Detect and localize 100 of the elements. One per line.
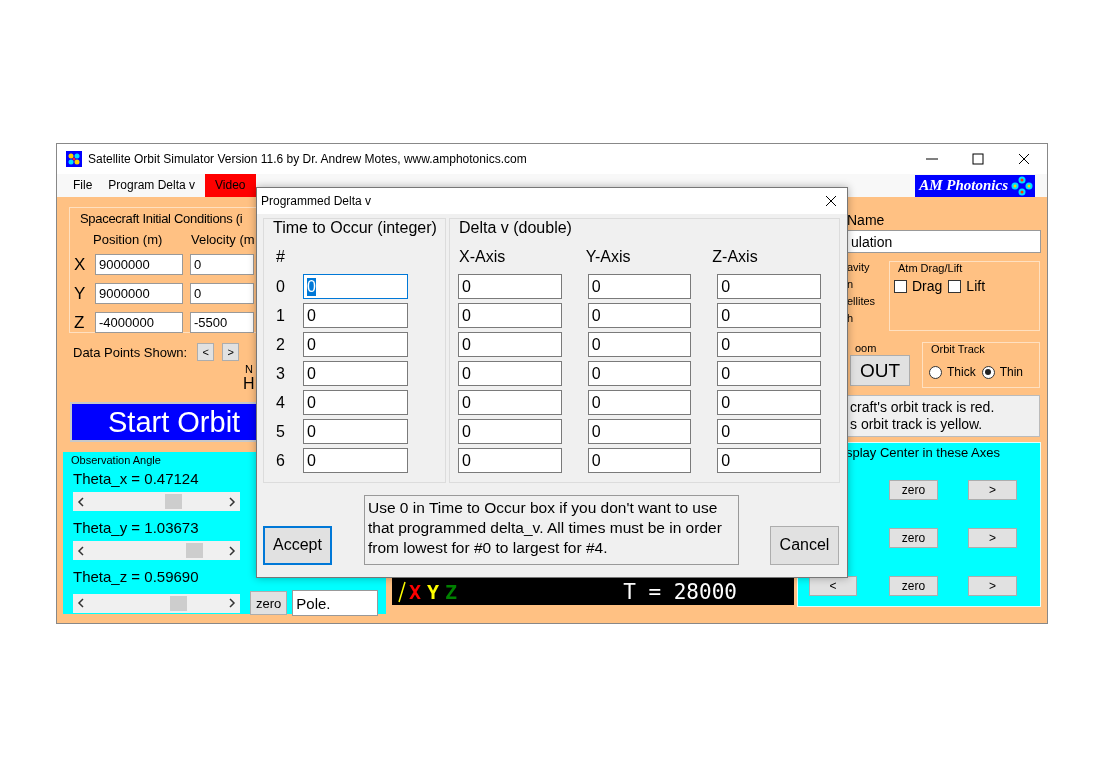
name-field[interactable]: ulation xyxy=(847,230,1041,253)
delta-field[interactable]: 0 xyxy=(717,448,821,473)
delta-field[interactable]: 0 xyxy=(587,361,692,386)
angle-slider[interactable] xyxy=(73,492,240,511)
position-field[interactable]: -4000000 xyxy=(95,312,183,333)
delta-field[interactable]: 0 xyxy=(587,332,692,357)
app-icon xyxy=(66,151,82,167)
slider-thumb[interactable] xyxy=(164,494,182,509)
row-index: 0 xyxy=(276,277,286,296)
panel-title: splay Center in these Axes xyxy=(846,445,1001,460)
step-button[interactable]: > xyxy=(968,576,1017,596)
time-field[interactable]: 0 xyxy=(303,448,408,473)
label-fragment: N xyxy=(245,363,253,375)
axis-label: Y xyxy=(427,580,440,604)
delta-field[interactable]: 0 xyxy=(458,361,562,386)
data-points-label: Data Points Shown: xyxy=(73,344,188,360)
delta-field[interactable]: 0 xyxy=(458,332,562,357)
time-field[interactable]: 0 xyxy=(303,361,408,386)
delta-field[interactable]: 0 xyxy=(717,332,821,357)
delta-field[interactable]: 0 xyxy=(458,419,562,444)
axis-label: X xyxy=(409,580,422,604)
time-field[interactable]: 0 xyxy=(303,390,408,415)
row-index: 1 xyxy=(276,306,286,325)
velocity-field[interactable]: 0 xyxy=(190,254,254,275)
row-index: 6 xyxy=(276,451,286,470)
step-button[interactable]: < xyxy=(809,576,857,596)
delta-field[interactable]: 0 xyxy=(458,303,562,328)
delta-field[interactable]: 0 xyxy=(587,419,692,444)
angle-slider[interactable] xyxy=(73,593,240,613)
slider-thumb[interactable] xyxy=(186,543,204,558)
zero-button[interactable]: zero xyxy=(889,576,938,596)
label-fragment: avity xyxy=(847,261,871,273)
checkbox[interactable] xyxy=(894,279,907,293)
radio-button[interactable] xyxy=(981,365,995,379)
column-header: Z-Axis xyxy=(712,248,759,267)
group-title: Delta v (double) xyxy=(459,219,573,237)
axis-label: X xyxy=(74,254,87,275)
step-button[interactable]: > xyxy=(222,343,240,361)
delta-field[interactable]: 0 xyxy=(717,390,821,415)
time-field[interactable]: 0 xyxy=(303,303,408,328)
radio-button[interactable] xyxy=(929,365,942,379)
delta-field[interactable]: 0 xyxy=(458,274,562,299)
menu-item[interactable]: Program Delta v xyxy=(100,174,204,197)
checkbox-label: Lift xyxy=(966,278,986,294)
position-field[interactable]: 9000000 xyxy=(95,254,183,275)
time-field[interactable]: 0 xyxy=(303,419,408,444)
close-icon[interactable] xyxy=(825,195,837,207)
delta-field[interactable]: 0 xyxy=(587,274,692,299)
checkbox-label: Drag xyxy=(912,278,943,294)
menu-item[interactable]: Video xyxy=(205,174,256,197)
delta-field[interactable]: 0 xyxy=(587,448,692,473)
label-fragment: h xyxy=(847,312,855,324)
slider-thumb[interactable] xyxy=(169,595,187,611)
delta-field[interactable]: 0 xyxy=(717,274,821,299)
delta-field[interactable]: 0 xyxy=(717,303,821,328)
position-field[interactable]: 9000000 xyxy=(95,283,183,304)
time-field[interactable]: 0 xyxy=(303,332,408,357)
column-header: X-Axis xyxy=(459,248,507,267)
column-header: Position (m) xyxy=(93,232,164,247)
label-fragment: ellites xyxy=(847,295,877,307)
info-text: s orbit track is yellow. xyxy=(850,416,984,432)
zero-button[interactable]: zero xyxy=(250,591,288,615)
velocity-field[interactable]: -5500 xyxy=(190,312,254,333)
group-title: Orbit Track xyxy=(931,343,986,355)
row-index: 3 xyxy=(276,364,286,383)
delta-field[interactable]: 0 xyxy=(717,419,821,444)
accept-button[interactable]: Accept xyxy=(263,525,332,565)
time-field[interactable]: 0 xyxy=(303,274,408,299)
angle-label: Theta_y = 1.03673 xyxy=(73,519,199,536)
radio-label: Thin xyxy=(999,365,1023,379)
group-title: Time to Occur (integer) xyxy=(273,219,438,237)
info-text: craft's orbit track is red. xyxy=(850,399,996,415)
step-button[interactable]: > xyxy=(968,528,1017,548)
zoom-out-button[interactable]: OUT xyxy=(850,355,910,386)
delta-field[interactable]: 0 xyxy=(717,361,821,386)
step-button[interactable]: > xyxy=(968,480,1017,500)
angle-slider[interactable] xyxy=(73,541,240,560)
delta-field[interactable]: 0 xyxy=(458,448,562,473)
radio-label: Thick xyxy=(947,365,976,379)
name-label: Name xyxy=(847,212,886,228)
delta-field[interactable]: 0 xyxy=(587,303,692,328)
cancel-button[interactable]: Cancel xyxy=(770,525,839,565)
group-title: Atm Drag/Lift xyxy=(898,262,964,274)
delta-field[interactable]: 0 xyxy=(587,390,692,415)
row-index: 2 xyxy=(276,335,286,354)
zero-button[interactable]: zero xyxy=(889,528,938,548)
axis-label: Z xyxy=(74,312,86,333)
axis-label: Z xyxy=(445,580,458,604)
close-icon[interactable] xyxy=(1018,153,1030,165)
checkbox[interactable] xyxy=(948,279,962,293)
step-button[interactable]: < xyxy=(197,343,215,361)
angle-label: Theta_x = 0.47124 xyxy=(73,470,199,487)
pole-field[interactable]: Pole. xyxy=(292,590,379,616)
velocity-field[interactable]: 0 xyxy=(190,283,254,304)
row-index: 5 xyxy=(276,422,286,441)
time-readout: T = 28000 xyxy=(623,580,737,604)
menu-item[interactable]: File xyxy=(65,174,101,197)
zero-button[interactable]: zero xyxy=(889,480,938,500)
maximize-icon[interactable] xyxy=(972,153,984,165)
delta-field[interactable]: 0 xyxy=(458,390,562,415)
